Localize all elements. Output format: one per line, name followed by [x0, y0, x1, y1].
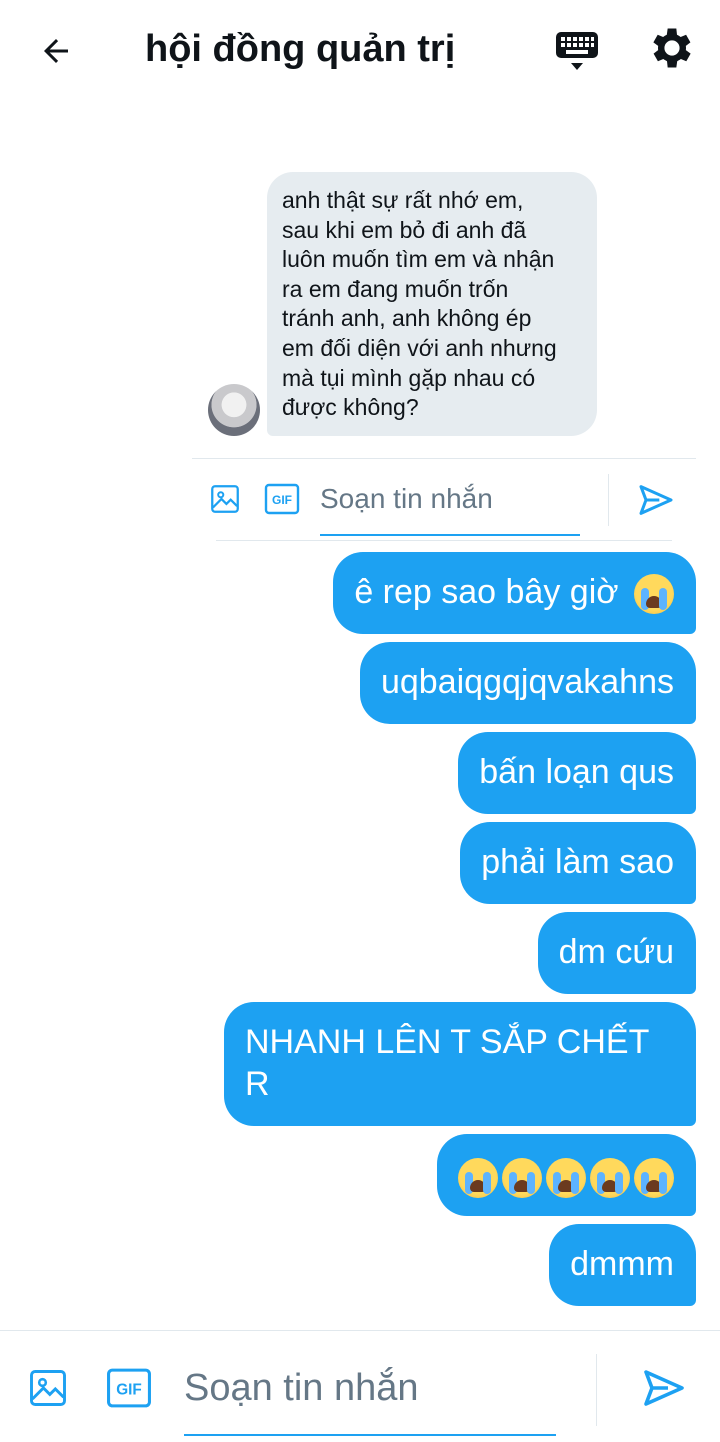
send-icon	[639, 485, 673, 515]
received-line: mà tụi mình gặp nhau có	[282, 364, 536, 391]
conversation-header: hội đồng quản trị	[0, 0, 720, 100]
message-text: bấn loạn qus	[479, 753, 674, 791]
message-text: ê rep sao bây giờ	[354, 573, 619, 611]
send-icon	[644, 1370, 684, 1406]
gif-icon: GIF	[107, 1368, 151, 1408]
sent-message-bubble: uqbaiqgqjqvakahns	[359, 642, 696, 724]
image-icon	[211, 485, 239, 513]
sent-message-bubble: phải làm sao	[460, 822, 696, 904]
crying-emoji	[634, 574, 674, 615]
add-image-button[interactable]	[26, 1366, 70, 1410]
keyboard-toggle-button[interactable]	[552, 26, 602, 76]
settings-button[interactable]	[646, 22, 698, 74]
crying-emoji	[546, 1158, 586, 1199]
keyboard-icon	[556, 32, 598, 70]
received-message-bubble: anh thật sự rất nhớ em, sau khi em bỏ đi…	[267, 172, 597, 436]
message-text: phải làm sao	[481, 843, 674, 881]
received-line: luôn muốn tìm em và nhận	[282, 246, 555, 273]
add-image-button[interactable]	[208, 482, 242, 516]
crying-emoji	[502, 1158, 542, 1199]
inline-message-input[interactable]: Soạn tin nhắn	[320, 480, 580, 536]
sent-message-bubble: ê rep sao bây giờ	[333, 552, 696, 634]
svg-text:GIF: GIF	[272, 493, 292, 507]
send-button[interactable]	[640, 1364, 688, 1412]
message-text: NHANH LÊN T SẮP CHẾT	[245, 1023, 650, 1061]
arrow-left-icon	[44, 39, 68, 63]
sent-message-bubble	[437, 1134, 696, 1216]
message-text: uqbaiqgqjqvakahns	[380, 663, 674, 701]
divider	[216, 540, 672, 541]
svg-text:GIF: GIF	[116, 1381, 142, 1398]
received-line: tránh anh, anh không ép	[282, 305, 532, 332]
image-icon	[30, 1370, 66, 1406]
add-gif-button[interactable]: GIF	[264, 482, 300, 516]
gif-icon: GIF	[264, 483, 300, 515]
received-line: sau khi em bỏ đi anh đã	[282, 216, 527, 243]
sent-message-bubble: dmmm	[549, 1224, 696, 1306]
crying-emoji	[590, 1158, 630, 1199]
sent-message-bubble: bấn loạn qus	[458, 732, 696, 814]
received-line: được không?	[282, 394, 419, 421]
message-text: R	[245, 1065, 270, 1103]
divider	[192, 458, 696, 459]
received-line: em đối diện với anh nhưng	[282, 334, 557, 361]
crying-emoji	[634, 1158, 674, 1199]
message-input[interactable]: Soạn tin nhắn	[184, 1362, 556, 1436]
inline-send-button[interactable]	[636, 480, 676, 520]
crying-emoji	[458, 1158, 498, 1199]
message-text: dmmm	[570, 1245, 674, 1283]
sent-message-bubble: dm cứu	[537, 912, 696, 994]
conversation-title: hội đồng quản trị	[145, 28, 456, 70]
received-line: ra em đang muốn trốn	[282, 275, 509, 302]
add-gif-button[interactable]: GIF	[106, 1366, 152, 1410]
back-button[interactable]	[30, 25, 82, 77]
gear-icon	[653, 28, 691, 68]
message-text: dm cứu	[558, 933, 674, 971]
emoji-row	[458, 1158, 674, 1199]
divider	[608, 474, 609, 526]
received-line: anh thật sự rất nhớ em,	[282, 187, 524, 213]
sent-message-bubble: NHANH LÊN T SẮP CHẾT R	[224, 1002, 696, 1126]
divider	[596, 1354, 597, 1426]
sender-avatar[interactable]	[208, 384, 260, 436]
